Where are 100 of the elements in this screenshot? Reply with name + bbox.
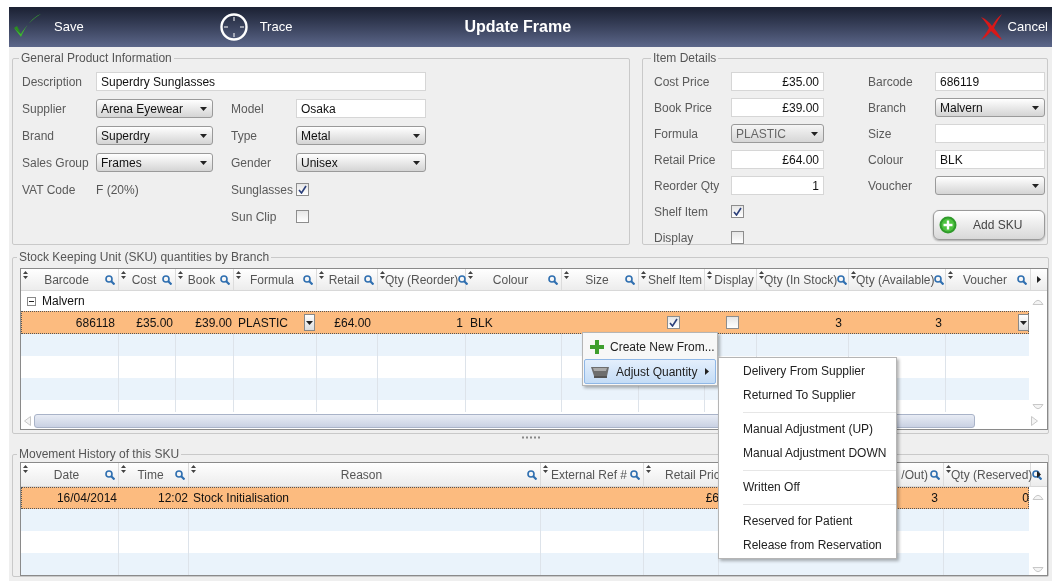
menu-item[interactable]: Delivery From Supplier xyxy=(719,359,896,383)
crosshair-icon xyxy=(218,12,249,42)
input-field[interactable] xyxy=(935,124,1045,143)
sort-icon[interactable] xyxy=(319,271,324,279)
tray-icon xyxy=(590,364,610,379)
sort-icon[interactable] xyxy=(23,465,28,473)
column-header[interactable]: Retail xyxy=(324,270,364,289)
caret-icon[interactable] xyxy=(1037,276,1041,283)
dropdown[interactable]: Malvern xyxy=(935,98,1045,117)
sort-icon[interactable] xyxy=(23,271,28,279)
trace-button[interactable]: Trace xyxy=(218,9,293,45)
column-header[interactable]: Barcode xyxy=(28,270,105,289)
checkbox[interactable] xyxy=(666,316,680,329)
sort-icon[interactable] xyxy=(236,271,241,279)
column-header[interactable]: Time xyxy=(126,465,175,484)
input-field[interactable]: Osaka xyxy=(296,99,426,118)
dropdown-button[interactable] xyxy=(1018,314,1029,331)
table-cell-text: PLASTIC xyxy=(237,314,289,332)
column-header[interactable]: Qty (In Stock) xyxy=(764,270,838,289)
checkbox[interactable] xyxy=(296,210,309,223)
input-field[interactable]: BLK xyxy=(935,150,1045,169)
column-header[interactable]: Formula xyxy=(241,270,303,289)
sort-icon[interactable] xyxy=(121,271,126,279)
field-label: Type xyxy=(231,127,258,145)
table-cell-text: 1 xyxy=(456,314,464,332)
menu-item[interactable]: Create New From... xyxy=(584,334,716,359)
checkbox[interactable] xyxy=(731,205,744,218)
table-cell-text: £6 xyxy=(705,490,720,507)
field-label: Model xyxy=(231,100,265,118)
menu-item[interactable]: Adjust Quantity xyxy=(584,359,716,384)
column-header[interactable]: Cost xyxy=(126,270,162,289)
add-sku-button[interactable]: Add SKU xyxy=(933,210,1045,240)
column-header[interactable]: Book xyxy=(183,270,220,289)
table-cell-text: £39.00 xyxy=(195,314,233,332)
grip-icon[interactable] xyxy=(520,436,541,439)
field-value: F (20%) xyxy=(96,181,139,199)
sort-icon[interactable] xyxy=(191,465,196,473)
checkbox[interactable] xyxy=(296,183,309,196)
input-field[interactable]: £39.00 xyxy=(731,98,824,117)
sort-icon[interactable] xyxy=(641,271,646,279)
sort-icon[interactable] xyxy=(121,465,126,473)
plus-circle-icon xyxy=(939,216,957,234)
input-field[interactable]: £64.00 xyxy=(731,150,824,169)
menu-item[interactable]: Manual Adjustment (UP) xyxy=(719,417,896,441)
checkbox[interactable] xyxy=(731,231,744,244)
input-field[interactable]: Superdry Sunglasses xyxy=(96,72,426,91)
column-header[interactable]: Colour xyxy=(473,270,548,289)
column-header[interactable]: Qty (Available) xyxy=(856,270,935,289)
sort-icon[interactable] xyxy=(646,465,651,473)
sort-icon[interactable] xyxy=(564,271,569,279)
caret-icon xyxy=(1020,320,1027,325)
sort-icon[interactable] xyxy=(946,465,951,473)
sort-icon[interactable] xyxy=(468,271,473,279)
search-icon[interactable] xyxy=(1032,469,1043,480)
sort-icon[interactable] xyxy=(759,271,764,279)
section-title: Item Details xyxy=(652,51,718,65)
dropdown[interactable]: Arena Eyewear xyxy=(96,99,213,118)
dropdown[interactable]: Frames xyxy=(96,153,213,172)
table-row[interactable]: 686118 £35.00 £39.00 PLASTIC £64.00 1 BLK 3 3 xyxy=(21,311,1030,334)
field-label: Colour xyxy=(868,151,905,169)
checkbox[interactable] xyxy=(725,316,739,329)
dropdown[interactable] xyxy=(935,176,1045,195)
field-label: Reorder Qty xyxy=(654,177,721,195)
menu-item[interactable]: Reserved for Patient xyxy=(719,509,896,533)
caret-icon[interactable] xyxy=(1037,471,1041,478)
dropdown[interactable]: Unisex xyxy=(296,153,426,172)
column-header[interactable]: Shelf Item xyxy=(646,270,704,289)
sort-icon[interactable] xyxy=(543,465,548,473)
sort-icon[interactable] xyxy=(178,271,183,279)
dropdown-button[interactable] xyxy=(304,314,315,331)
column-header[interactable]: Qty (Reserved) xyxy=(951,465,1033,484)
sort-icon[interactable] xyxy=(948,271,953,279)
input-field[interactable]: 1 xyxy=(731,176,824,195)
cancel-button[interactable]: Cancel xyxy=(977,9,1048,45)
sort-icon[interactable] xyxy=(851,271,856,279)
field-label: VAT Code xyxy=(22,181,77,199)
column-header[interactable]: External Ref # xyxy=(548,465,630,484)
collapse-icon[interactable] xyxy=(27,296,36,306)
save-button[interactable]: Save xyxy=(12,9,84,45)
field-label: Formula xyxy=(654,125,699,143)
input-field[interactable]: 686119 xyxy=(935,72,1045,91)
menu-item[interactable]: Release from Reservation xyxy=(719,533,896,557)
column-header[interactable]: Qty (Reorder) xyxy=(385,270,459,289)
column-header[interactable]: Date xyxy=(28,465,105,484)
input-field[interactable]: £35.00 xyxy=(731,72,824,91)
field-label: Sunglasses xyxy=(231,181,295,199)
sort-icon[interactable] xyxy=(380,271,385,279)
menu-item[interactable]: Returned To Supplier xyxy=(719,383,896,407)
column-header[interactable]: Size xyxy=(569,270,625,289)
dropdown[interactable]: Superdry xyxy=(96,126,213,145)
window-title: Update Frame xyxy=(464,17,572,37)
caret-icon xyxy=(200,160,207,165)
sort-icon[interactable] xyxy=(707,271,712,279)
menu-item[interactable]: Manual Adjustment DOWN xyxy=(719,441,896,465)
plus-icon xyxy=(590,339,604,354)
dropdown[interactable]: Metal xyxy=(296,126,426,145)
column-header[interactable]: Voucher xyxy=(953,270,1017,289)
column-header[interactable]: Reason xyxy=(196,465,527,484)
table-cell-text: BLK xyxy=(469,314,493,332)
column-header[interactable]: Display xyxy=(712,270,756,289)
